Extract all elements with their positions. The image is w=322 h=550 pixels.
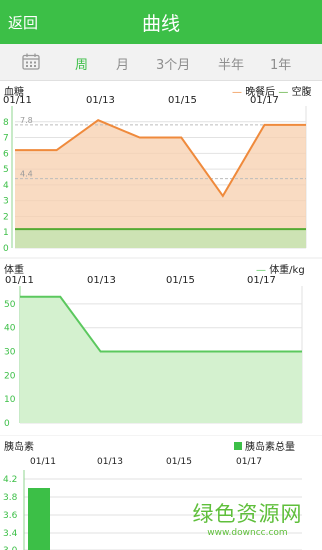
y-tick-label: 3.8 <box>3 493 18 503</box>
watermark-url: www.downcc.com <box>207 528 288 538</box>
tab-month[interactable]: 月 <box>116 54 129 73</box>
period-tabs: 周 月 3个月 半年 1年 <box>0 44 322 81</box>
y-tick-label: 40 <box>4 324 16 334</box>
tab-3months[interactable]: 3个月 <box>156 54 190 73</box>
glucose-chart: 0 1 2 3 4 5 6 7 8 7.8 4.4 <box>3 106 307 254</box>
weight-chart-panel: 体重 — 体重/kg 01/11 01/13 01/15 01/17 0 10 20… <box>0 259 322 435</box>
y-tick-label: 8 <box>3 118 9 128</box>
y-tick-label: 3.4 <box>3 529 18 539</box>
y-tick-label: 1 <box>3 228 9 238</box>
calendar-icon[interactable] <box>22 53 40 70</box>
y-tick-label: 50 <box>4 300 16 310</box>
y-tick-label: 6 <box>3 149 9 159</box>
y-tick-label: 7 <box>3 134 9 144</box>
app-header: 返回 曲线 <box>0 0 322 44</box>
reference-label: 7.8 <box>20 116 33 125</box>
weight-area <box>20 296 302 423</box>
y-tick-label: 3 <box>3 197 9 207</box>
tab-half-year[interactable]: 半年 <box>218 54 244 73</box>
y-tick-label: 4.2 <box>3 475 17 485</box>
tab-week[interactable]: 周 <box>75 54 88 73</box>
y-tick-label: 10 <box>4 395 16 405</box>
reference-label: 4.4 <box>20 170 33 179</box>
y-tick-label: 2 <box>3 212 9 222</box>
y-tick-label: 4 <box>3 181 9 191</box>
tab-year[interactable]: 1年 <box>270 54 291 73</box>
watermark: 绿色资源网 www.downcc.com <box>185 498 310 538</box>
y-tick-label: 3.0 <box>3 546 18 550</box>
page-title: 曲线 <box>141 13 180 35</box>
fasting-area <box>15 229 306 248</box>
y-tick-label: 5 <box>3 165 9 175</box>
watermark-text: 绿色资源网 <box>192 502 303 526</box>
weight-chart: 0 10 20 30 40 50 <box>4 286 303 429</box>
y-tick-label: 20 <box>4 371 16 381</box>
y-tick-label: 30 <box>4 348 16 358</box>
y-tick-label: 3.6 <box>3 511 18 521</box>
y-tick-label: 0 <box>4 419 10 429</box>
y-tick-label: 0 <box>3 244 9 254</box>
insulin-bar <box>28 488 50 550</box>
glucose-chart-panel: 血糖 — 晚餐后 — 空腹 01/11 01/13 01/15 01/17 01… <box>0 81 322 257</box>
